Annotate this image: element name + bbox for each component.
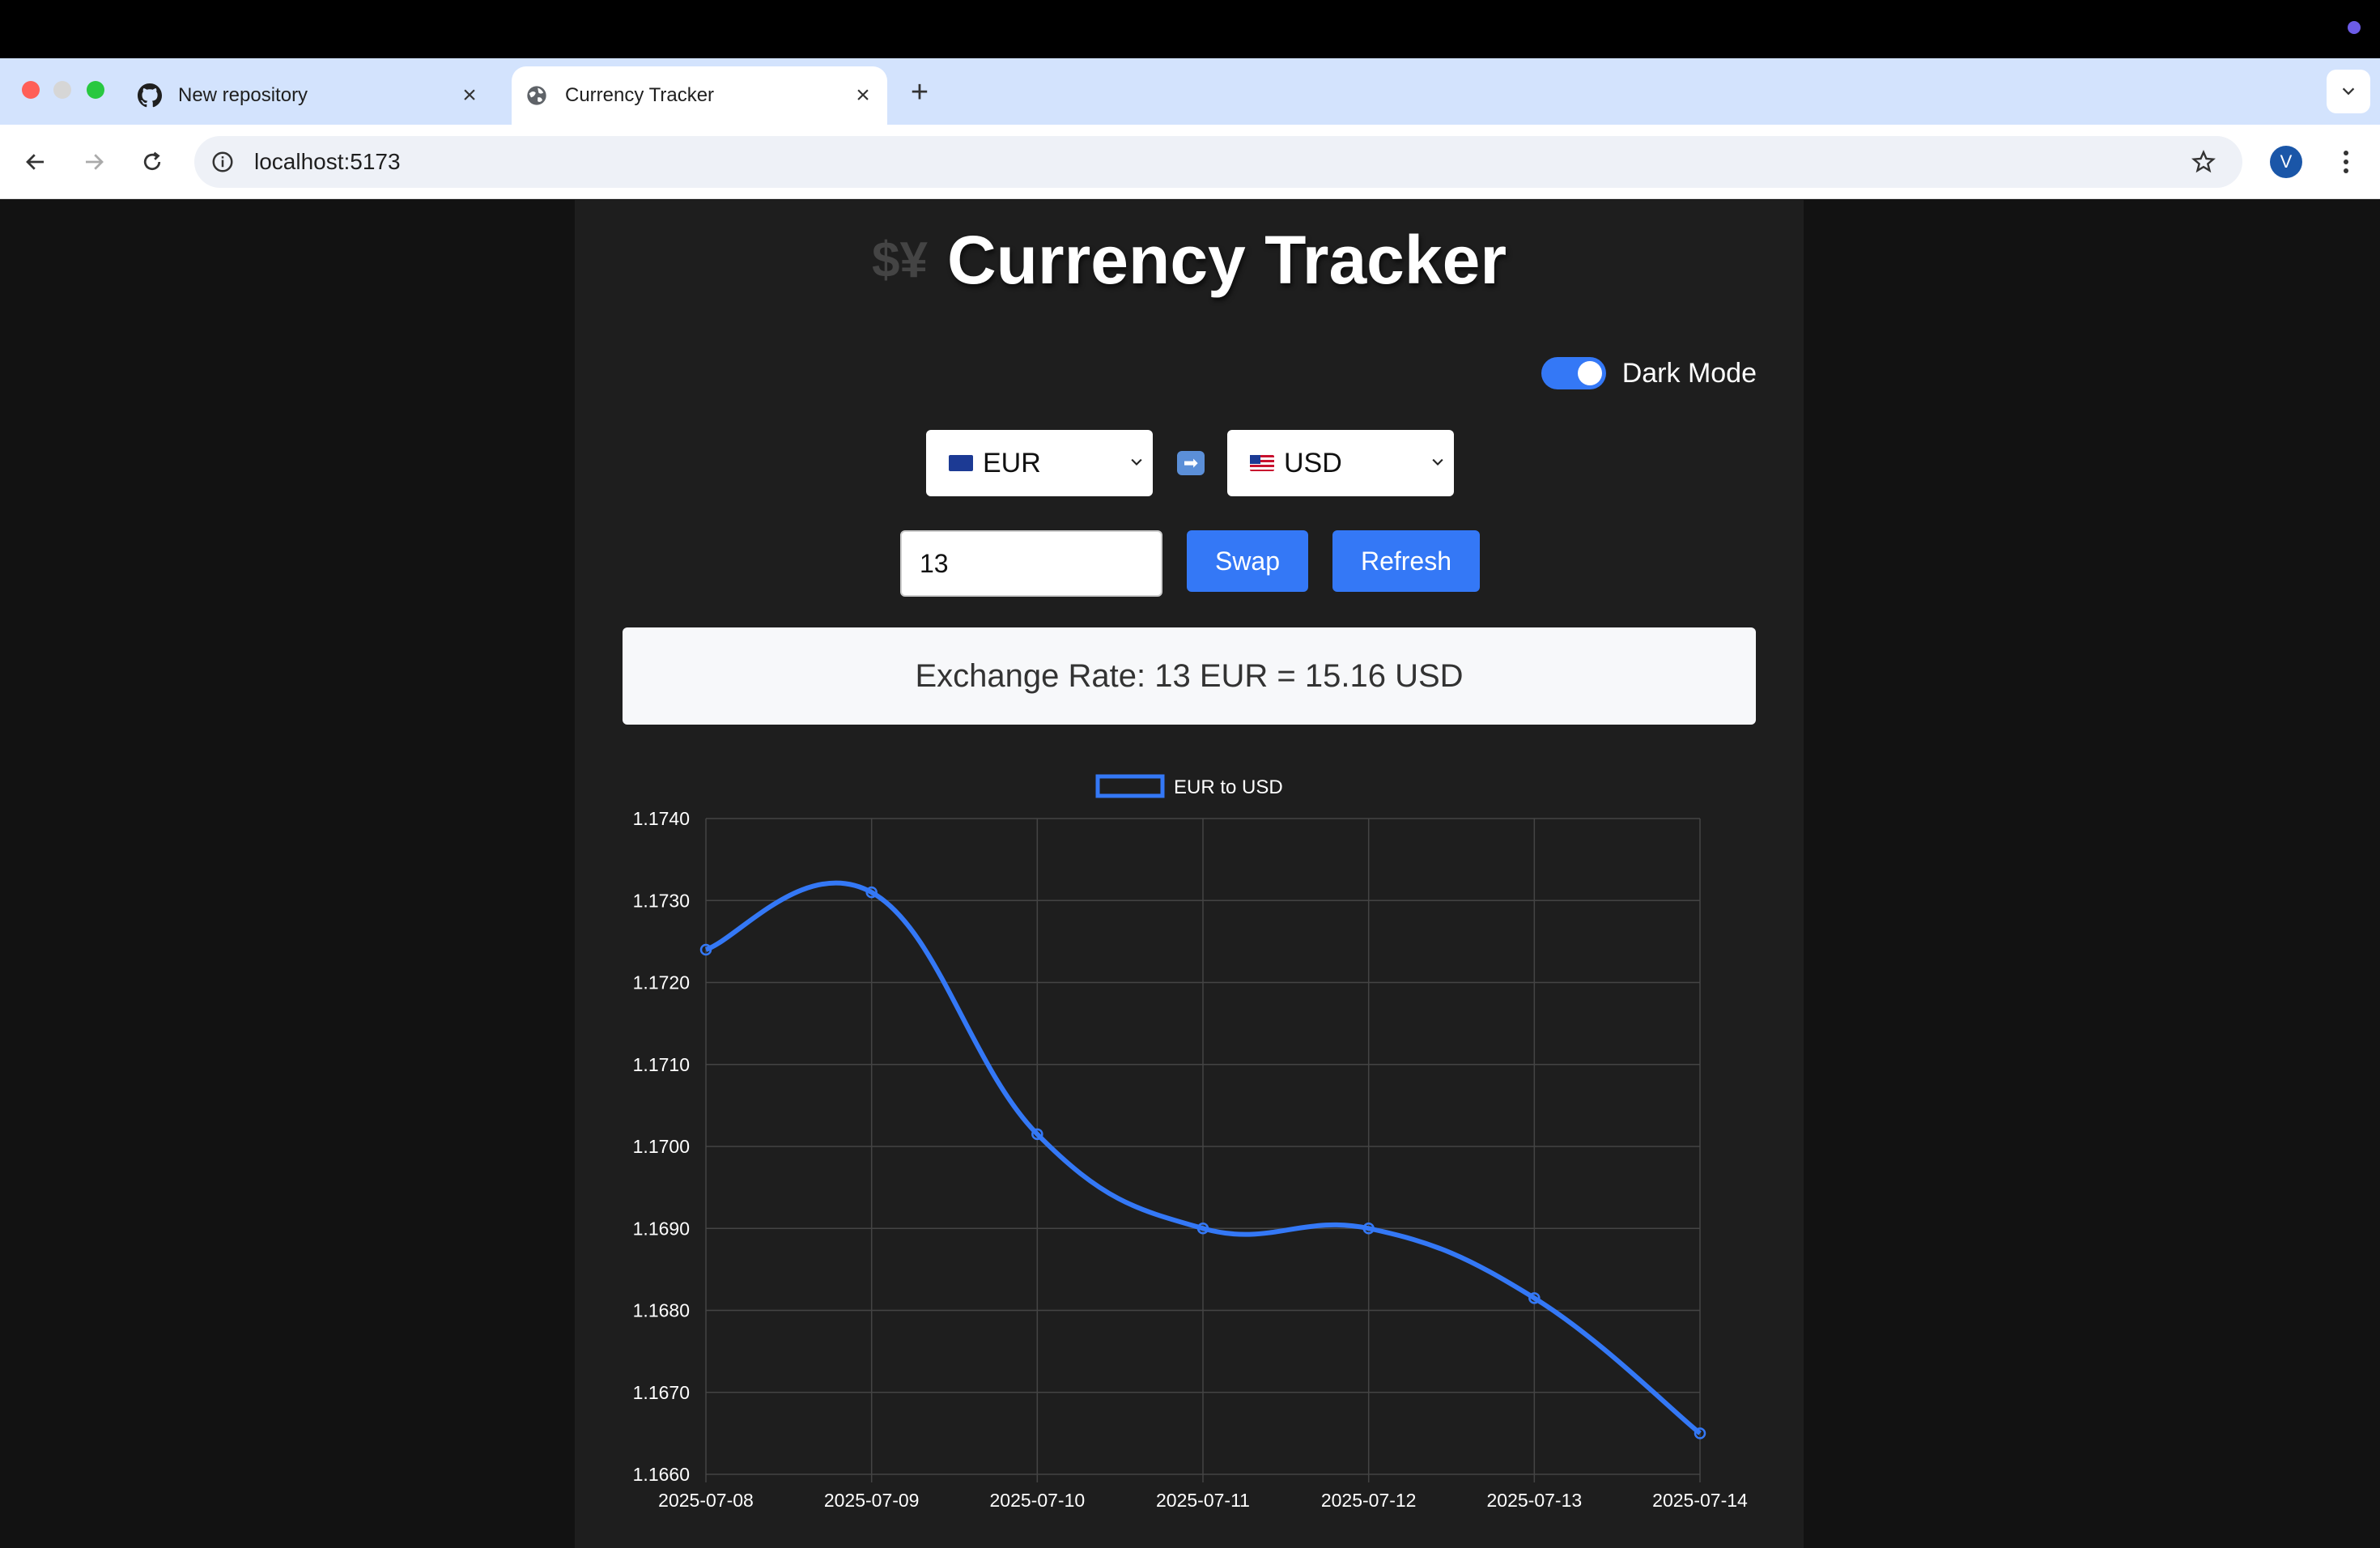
eu-flag-icon [949,455,973,471]
maximize-window-button[interactable] [87,81,104,99]
tab-title: New repository [178,84,308,106]
address-bar[interactable]: localhost:5173 [194,136,2242,188]
x-tick-label: 2025-07-13 [1487,1490,1583,1511]
x-tick-label: 2025-07-12 [1321,1490,1417,1511]
profile-avatar[interactable]: V [2270,146,2302,178]
dark-mode-label: Dark Mode [1621,357,1757,389]
y-tick-label: 1.1740 [633,808,690,829]
y-tick-label: 1.1720 [633,972,690,993]
from-currency-value: EUR [983,447,1041,478]
exchange-rate-display: Exchange Rate: 13 EUR = 15.16 USD [623,627,1756,725]
chevron-down-icon [2342,87,2355,96]
from-currency-select[interactable]: EUR [926,430,1153,496]
globe-icon [525,83,549,108]
arrow-right-icon [86,154,104,170]
rate-chart: 1.1740 1.1730 1.1720 1.1710 1.1700 1.1690 1.16… [575,759,1804,1548]
chevron-down-icon [1131,458,1142,466]
to-currency-select[interactable]: USD [1227,430,1454,496]
x-tick-label: 2025-07-10 [990,1490,1086,1511]
bookmark-star-icon[interactable] [2189,147,2218,176]
back-button[interactable] [16,142,55,181]
y-tick-label: 1.1660 [633,1464,690,1485]
new-tab-button[interactable]: + [903,75,936,109]
close-window-button[interactable] [22,81,40,99]
reload-button[interactable] [133,142,172,181]
x-tick-label: 2025-07-14 [1652,1490,1748,1511]
line-chart-svg: 1.1740 1.1730 1.1720 1.1710 1.1700 1.1690 1.16… [633,774,1748,1511]
y-tick-label: 1.1700 [633,1136,690,1157]
currency-exchange-icon: $¥ [871,232,928,288]
tab-new-repository[interactable]: New repository × [130,66,494,125]
to-currency-value: USD [1284,447,1342,478]
y-tick-label: 1.1730 [633,890,690,911]
us-flag-icon [1250,455,1274,471]
x-tick-label: 2025-07-09 [824,1490,920,1511]
tab-title: Currency Tracker [565,84,715,106]
header: $¥ Currency Tracker [575,219,1804,300]
close-tab-icon[interactable]: × [848,81,878,110]
page-title: Currency Tracker [946,221,1507,298]
reload-icon [143,151,161,171]
x-tick-label: 2025-07-08 [658,1490,754,1511]
toggle-knob [1577,361,1602,385]
dark-mode-toggle[interactable] [1541,357,1606,389]
tab-currency-tracker[interactable]: Currency Tracker × [512,66,887,125]
os-menu-bar [0,0,2380,58]
y-tick-label: 1.1680 [633,1300,690,1321]
arrow-right-icon: ➡ [1177,451,1205,475]
chevron-down-icon [1432,458,1443,466]
app-container: $¥ Currency Tracker Dark Mode EUR ➡ USD … [575,200,1804,1548]
minimize-window-button[interactable] [53,81,71,99]
exchange-rate-text: Exchange Rate: 13 EUR = 15.16 USD [915,657,1464,694]
page-viewport: $¥ Currency Tracker Dark Mode EUR ➡ USD … [0,200,2380,1548]
dark-mode-toggle-row: Dark Mode [1541,357,1757,389]
site-info-icon[interactable] [209,148,236,176]
refresh-button[interactable]: Refresh [1332,530,1480,592]
browser-toolbar: localhost:5173 V [0,125,2380,199]
arrow-left-icon [26,154,44,170]
y-tick-label: 1.1710 [633,1054,690,1075]
legend-label: EUR to USD [1174,776,1283,798]
browser-menu-button[interactable] [2330,142,2362,181]
y-tick-label: 1.1690 [633,1218,690,1239]
y-tick-label: 1.1670 [633,1382,690,1403]
x-tick-label: 2025-07-11 [1156,1490,1250,1511]
forward-button[interactable] [74,142,113,181]
tab-search-button[interactable] [2327,70,2370,113]
amount-input[interactable]: 13 [900,530,1162,597]
status-dot-icon [2348,21,2361,34]
swap-button[interactable]: Swap [1187,530,1308,592]
legend-swatch [1095,774,1165,798]
url-text: localhost:5173 [254,149,401,174]
close-tab-icon[interactable]: × [455,81,484,110]
github-icon [138,83,162,108]
tab-strip: New repository × Currency Tracker × + [0,58,2380,125]
kebab-menu-icon [2344,151,2348,173]
